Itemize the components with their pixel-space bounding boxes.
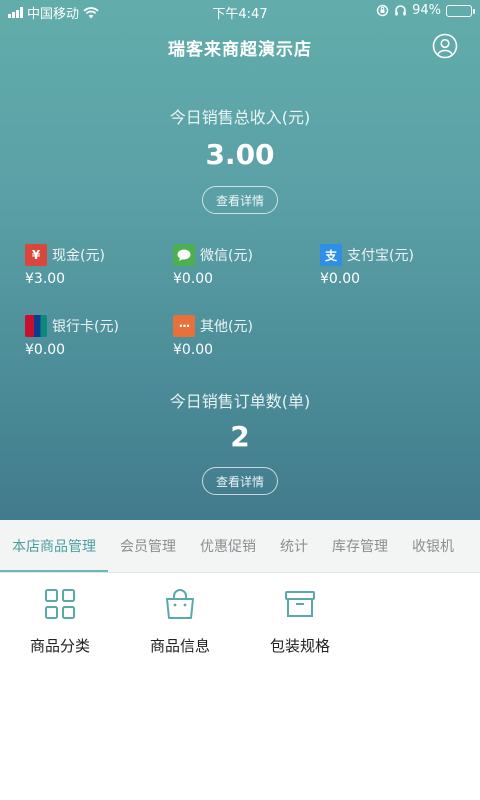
grid-item-label: 包装规格 — [269, 637, 330, 655]
payment-other: ··· 其他(元) ¥0.00 — [173, 315, 313, 358]
payment-alipay: 支 支付宝(元) ¥0.00 — [320, 244, 460, 287]
more-dots-icon: ··· — [173, 315, 195, 337]
payment-amount: ¥0.00 — [320, 271, 361, 287]
income-label: 今日销售总收入(元) — [169, 108, 311, 127]
income-detail-button[interactable]: 查看详情 — [202, 186, 278, 214]
grid-item-goods-info[interactable]: 商品信息 — [120, 587, 240, 656]
payment-amount: ¥0.00 — [173, 271, 214, 287]
grid-item-label: 商品分类 — [29, 637, 90, 655]
payment-wechat: 微信(元) ¥0.00 — [173, 244, 313, 287]
user-circle-icon[interactable] — [432, 33, 458, 59]
payment-amount: ¥0.00 — [25, 342, 66, 358]
management-tabs: 本店商品管理 会员管理 优惠促销 统计 库存管理 收银机 — [0, 520, 480, 573]
payment-label: 其他(元) — [200, 319, 253, 335]
rotation-lock-icon — [376, 4, 389, 17]
battery-percent: 94% — [412, 3, 441, 18]
tab-inventory[interactable]: 库存管理 — [320, 520, 400, 572]
alipay-icon: 支 — [320, 244, 342, 266]
status-bar: 中国移动 下午4:47 94% — [0, 0, 480, 22]
tab-statistics[interactable]: 统计 — [268, 520, 320, 572]
tab-store-goods[interactable]: 本店商品管理 — [0, 520, 108, 572]
grid-item-category[interactable]: 商品分类 — [0, 587, 120, 656]
package-box-icon — [285, 591, 315, 617]
payment-label: 银行卡(元) — [52, 319, 119, 335]
orders-detail-button[interactable]: 查看详情 — [202, 467, 278, 495]
store-title: 瑞客来商超演示店 — [168, 40, 312, 60]
payment-label: 微信(元) — [200, 248, 253, 264]
income-value: 3.00 — [205, 138, 275, 171]
wechat-icon — [173, 244, 195, 266]
battery-icon — [446, 4, 475, 17]
tab-members[interactable]: 会员管理 — [108, 520, 188, 572]
orders-label: 今日销售订单数(单) — [169, 392, 311, 411]
yen-icon: ¥ — [25, 244, 47, 266]
payment-label: 现金(元) — [52, 248, 105, 264]
unionpay-icon — [25, 315, 47, 337]
shopping-bag-icon — [166, 589, 194, 619]
tab-promotions[interactable]: 优惠促销 — [188, 520, 268, 572]
headphones-icon — [395, 5, 406, 16]
payment-bankcard: 银行卡(元) ¥0.00 — [25, 315, 165, 358]
tab-cashier[interactable]: 收银机 — [400, 520, 466, 572]
grid-item-label: 商品信息 — [149, 637, 210, 655]
payment-amount: ¥3.00 — [25, 271, 66, 287]
dashboard-header: 中国移动 下午4:47 94% 瑞客来商超演示店 今日销售总收入(元) 3.00… — [0, 0, 480, 520]
orders-value: 2 — [230, 420, 250, 453]
payment-amount: ¥0.00 — [173, 342, 214, 358]
grid-item-packaging[interactable]: 包装规格 — [240, 587, 360, 656]
payment-cash: ¥ 现金(元) ¥3.00 — [25, 244, 165, 287]
payment-label: 支付宝(元) — [347, 248, 414, 264]
category-grid-icon — [45, 589, 75, 619]
